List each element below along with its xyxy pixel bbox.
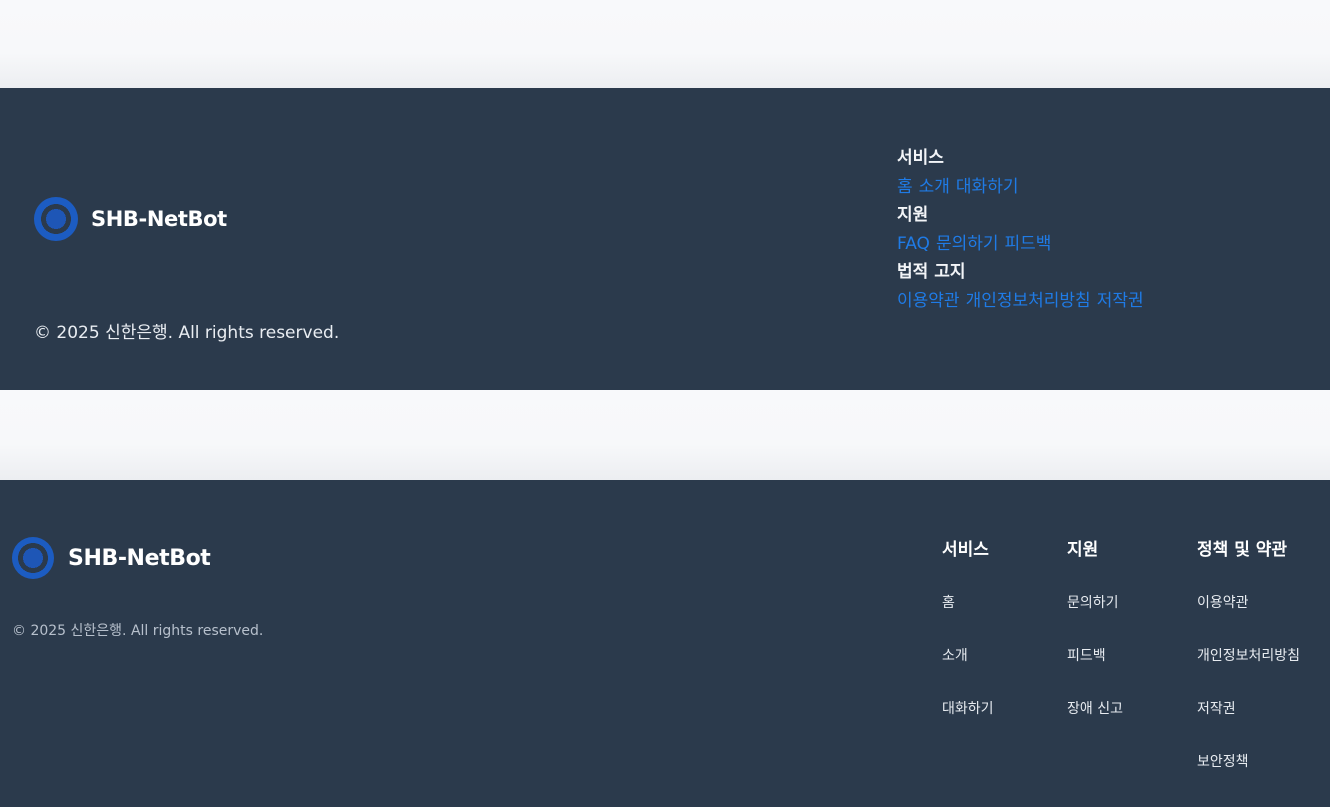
section-heading-service: 서비스 (897, 148, 944, 168)
list-item: 보안정책 (1197, 748, 1300, 801)
link-terms[interactable]: 이용약관 (1197, 595, 1249, 611)
page-top-spacer (0, 0, 1330, 88)
brand-name: SHB-NetBot (91, 207, 227, 231)
link-home[interactable]: 홈 (897, 177, 913, 197)
link-list: 홈 소개 대화하기 (942, 589, 994, 748)
section-heading-legal: 법적 고지 (897, 262, 966, 282)
page-middle-spacer (0, 390, 1330, 480)
link-terms[interactable]: 이용약관 (897, 291, 960, 311)
link-about[interactable]: 소개 (919, 177, 950, 197)
list-item: 저작권 (1197, 695, 1300, 748)
list-item: 홈 (942, 589, 994, 642)
link-list: 문의하기 피드백 장애 신고 (1067, 589, 1123, 748)
link-security-policy[interactable]: 보안정책 (1197, 754, 1249, 770)
list-item: 피드백 (1067, 642, 1123, 695)
list-item: 문의하기 (1067, 589, 1123, 642)
service-links: 홈 소개 대화하기 (897, 173, 1150, 201)
column-heading: 지원 (1067, 540, 1099, 560)
column-heading: 정책 및 약관 (1197, 540, 1288, 560)
footer-link-groups: 서비스 홈 소개 대화하기 지원 FAQ 문의하기 피드백 법적 고지 이용약관 개인정보… (897, 144, 1150, 315)
list-item: 소개 (942, 642, 994, 695)
brand-name: SHB-NetBot (68, 545, 211, 571)
footer-logo[interactable]: SHB-NetBot (12, 537, 211, 579)
support-links: FAQ 문의하기 피드백 (897, 230, 1150, 258)
link-incident-report[interactable]: 장애 신고 (1067, 701, 1123, 717)
footer-column-support: 지원 문의하기 피드백 장애 신고 (1067, 536, 1123, 748)
link-privacy[interactable]: 개인정보처리방침 (1197, 648, 1300, 664)
site-footer-v1: SHB-NetBot © 2025 신한은행. All rights reser… (0, 88, 1330, 390)
link-chat[interactable]: 대화하기 (942, 701, 994, 717)
link-inquiry[interactable]: 문의하기 (936, 234, 999, 254)
target-ring-logo-icon (34, 197, 78, 241)
link-copyright[interactable]: 저작권 (1097, 291, 1144, 311)
list-item: 대화하기 (942, 695, 994, 748)
link-chat[interactable]: 대화하기 (956, 177, 1019, 197)
target-ring-logo-icon (12, 537, 54, 579)
footer-column-policy: 정책 및 약관 이용약관 개인정보처리방침 저작권 보안정책 (1197, 536, 1300, 801)
site-footer-v2: SHB-NetBot © 2025 신한은행. All rights reser… (0, 480, 1330, 807)
link-copyright[interactable]: 저작권 (1197, 701, 1236, 717)
list-item: 개인정보처리방침 (1197, 642, 1300, 695)
link-home[interactable]: 홈 (942, 595, 955, 611)
link-feedback[interactable]: 피드백 (1005, 234, 1052, 254)
footer-column-service: 서비스 홈 소개 대화하기 (942, 536, 994, 748)
link-feedback[interactable]: 피드백 (1067, 648, 1106, 664)
legal-links: 이용약관 개인정보처리방침 저작권 (897, 287, 1150, 315)
copyright-text: © 2025 신한은행. All rights reserved. (34, 323, 340, 343)
section-heading-support: 지원 (897, 205, 929, 225)
list-item: 이용약관 (1197, 589, 1300, 642)
link-privacy[interactable]: 개인정보처리방침 (966, 291, 1091, 311)
link-faq[interactable]: FAQ (897, 234, 930, 254)
link-about[interactable]: 소개 (942, 648, 968, 664)
copyright-text: © 2025 신한은행. All rights reserved. (12, 623, 264, 639)
column-heading: 서비스 (942, 540, 989, 560)
link-list: 이용약관 개인정보처리방침 저작권 보안정책 (1197, 589, 1300, 801)
link-inquiry[interactable]: 문의하기 (1067, 595, 1119, 611)
footer-logo[interactable]: SHB-NetBot (34, 197, 227, 241)
list-item: 장애 신고 (1067, 695, 1123, 748)
